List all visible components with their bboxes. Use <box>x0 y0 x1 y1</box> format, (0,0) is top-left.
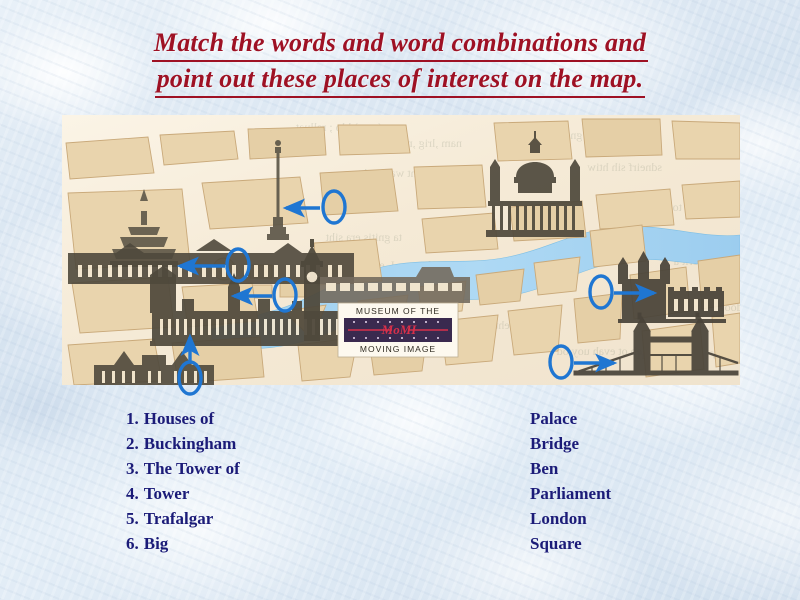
list-item-number: 5. <box>126 509 139 528</box>
list-item-right: London <box>530 509 587 528</box>
momi-bottom-text: MOVING IMAGE <box>360 344 436 354</box>
list-item-number: 4. <box>126 484 139 503</box>
list-item-right: Palace <box>530 409 578 428</box>
list-item[interactable]: 5. Trafalgar London <box>126 509 686 534</box>
list-item-right: Parliament <box>530 484 612 503</box>
list-item-number: 3. <box>126 459 139 478</box>
list-item-left: 4. Tower <box>126 484 530 504</box>
momi-top-text: MUSEUM OF THE <box>356 306 440 316</box>
list-item-left-text: The Tower of <box>143 459 240 478</box>
map-svg: (wen) blo ; relluat nam ,lrig ,namow eht… <box>62 115 740 385</box>
london-map[interactable]: (wen) blo ; relluat nam ,lrig ,namow eht… <box>62 115 740 385</box>
momi-logo-text: MoMI <box>381 322 418 337</box>
list-item-number: 6. <box>126 534 139 553</box>
list-item[interactable]: 1. Houses of Palace <box>126 409 686 434</box>
list-item-left: 3. The Tower of <box>126 459 530 479</box>
list-item-left: 6. Big <box>126 534 530 554</box>
word-match-list: 1. Houses of Palace 2. Buckingham Bridge 3… <box>126 409 686 559</box>
list-item-right: Ben <box>530 459 559 478</box>
list-item-right: Square <box>530 534 582 553</box>
list-item[interactable]: 3. The Tower of Ben <box>126 459 686 484</box>
list-item-number: 1. <box>126 409 139 428</box>
list-item-right: Bridge <box>530 434 580 453</box>
page-title: Match the words and word combinations an… <box>0 26 800 98</box>
list-item[interactable]: 6. Big Square <box>126 534 686 559</box>
svg-text:sdneirf sih htiw: sdneirf sih htiw <box>587 160 662 174</box>
list-item-number: 2. <box>126 434 139 453</box>
svg-text:eb ot evah uoy od: eb ot evah uoy od <box>557 344 642 358</box>
list-item-left-text: Tower <box>143 484 190 503</box>
list-item[interactable]: 4. Tower Parliament <box>126 484 686 509</box>
title-line-1: Match the words and word combinations an… <box>151 26 649 62</box>
list-item-left-text: Houses of <box>143 409 215 428</box>
list-item-left-text: Big <box>143 534 169 553</box>
list-item-left: 2. Buckingham <box>126 434 530 454</box>
list-item-left: 1. Houses of <box>126 409 530 429</box>
list-item-left-text: Trafalgar <box>143 509 214 528</box>
list-item-left-text: Buckingham <box>143 434 237 453</box>
list-item-left: 5. Trafalgar <box>126 509 530 529</box>
momi-sign: MUSEUM OF THE MoMI MOVING IMAGE <box>320 267 470 358</box>
list-item[interactable]: 2. Buckingham Bridge <box>126 434 686 459</box>
title-line-2: point out these places of interest on th… <box>154 62 646 98</box>
